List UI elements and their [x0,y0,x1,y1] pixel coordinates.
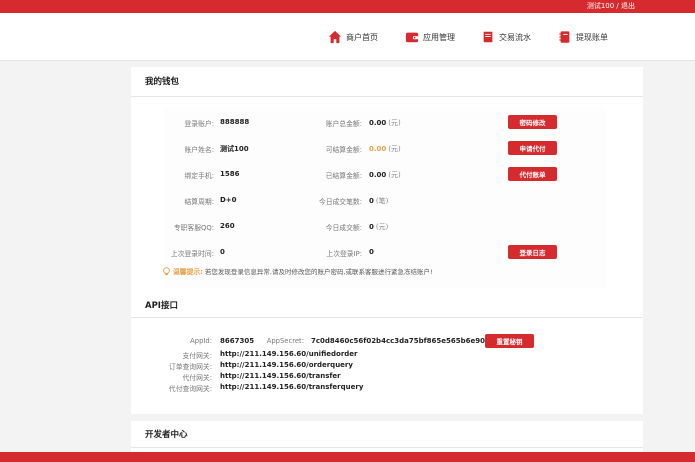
gateway-label: 代付网关: [182,374,212,382]
settle-cycle-label: 结算周期: [184,198,214,206]
divider [131,447,643,448]
bottom-bar [0,452,695,462]
settled-value: 0.00 (元) [369,171,401,179]
login-log-button[interactable]: 登录日志 [508,245,557,259]
tip-text: 若您发现登录信息异常,请及时修改您的账户密码,或联系客服进行紧急冻结账户! [204,268,433,276]
support-qq-label: 专职客服QQ: [173,224,214,232]
nav-transactions[interactable]: 交易流水 [481,29,531,45]
account-name-value: 测试100 [220,145,249,153]
gateway-url: http://211.149.156.60/unifiedorder [220,350,358,358]
bound-phone-label: 绑定手机: [184,172,214,180]
tip-label: 温馨提示: [173,268,203,276]
last-login-time-value: 0 [220,248,225,256]
settle-cycle-value: D+0 [220,196,237,204]
last-login-ip-label: 上次登录IP: [326,250,362,258]
nav-label: 交易流水 [499,32,531,42]
gateway-label: 订单查询网关: [168,363,212,371]
top-bar: 测试100 / 退出 [0,0,695,13]
gateway-label: 代付查询网关: [168,385,212,393]
gateway-url: http://211.149.156.60/transfer [220,372,341,380]
nav-label: 商户首页 [346,32,378,42]
support-qq-value: 260 [220,222,235,230]
developer-title: 开发者中心 [145,430,188,440]
home-icon [328,30,342,44]
book-icon [483,31,493,43]
header: 商户首页 应用管理 交易流水 提现账单 [0,13,695,61]
appsecret-value: 7c0d8460c56f02b4cc3da75bf865e565b6e9072c [311,337,499,345]
unit-label: (元) [388,145,401,153]
settleable-value: 0.00 (元) [369,145,401,153]
unit-label: (元) [388,119,401,127]
nav-app-management[interactable]: 应用管理 [405,29,455,45]
gateway-label: 支付网关: [182,352,212,360]
total-balance-label: 账户总金额: [325,120,362,128]
unit-label: (元) [388,171,401,179]
nav-label: 提现账单 [576,32,608,42]
account-name-label: 账户姓名: [184,146,214,154]
warm-tip: 温馨提示: 若您发现登录信息异常,请及时修改您的账户密码,或联系客服进行紧急冻结… [162,266,433,276]
reset-secret-button[interactable]: 重置秘钥 [485,334,534,348]
settleable-label: 可结算金额: [325,146,362,154]
appid-label: AppId: [190,337,212,345]
user-logout-link[interactable]: 测试100 / 退出 [587,1,635,12]
apply-payout-button[interactable]: 申请代付 [508,141,557,155]
nav-label: 应用管理 [423,32,455,42]
change-password-button[interactable]: 密码修改 [508,115,557,129]
wallet-title: 我的钱包 [145,77,180,87]
gateway-url: http://211.149.156.60/transferquery [220,383,364,391]
settled-label: 已结算金额: [325,172,362,180]
today-count-value: 0 (笔) [369,197,389,205]
lightbulb-icon [163,266,170,275]
unit-label: (元) [375,223,389,231]
today-amount-value: 0 (元) [369,223,389,231]
last-login-ip-value: 0 [369,248,374,256]
total-balance-value: 0.00 (元) [369,119,401,127]
login-account-value: 888888 [220,118,250,126]
divider [131,96,643,97]
today-count-label: 今日成交笔数: [318,198,362,206]
unit-label: (笔) [375,197,389,205]
divider [131,317,643,318]
wallet-icon [405,32,419,43]
login-account-label: 登录账户: [184,120,214,128]
api-title: API接口 [145,301,178,311]
appsecret-label: AppSecret: [266,337,304,345]
payout-bill-button[interactable]: 代付账单 [508,167,557,181]
gateway-url: http://211.149.156.60/orderquery [220,361,353,369]
today-amount-label: 今日成交额: [325,224,362,232]
nav-merchant-home[interactable]: 商户首页 [328,29,378,45]
notebook-icon [559,31,570,43]
bound-phone-value: 1586 [220,170,240,178]
nav-withdraw-bills[interactable]: 提现账单 [558,29,608,45]
last-login-time-label: 上次登录时间: [170,250,214,258]
